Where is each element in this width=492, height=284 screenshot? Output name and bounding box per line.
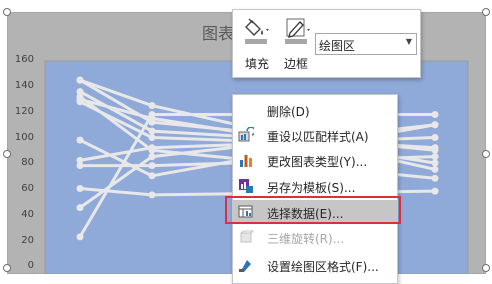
menu-item-3d-rotation[interactable]: 三维旋转(R)... <box>233 225 397 249</box>
format-area-icon <box>239 260 251 272</box>
data-point[interactable] <box>76 204 84 212</box>
data-point[interactable] <box>76 136 84 144</box>
data-point[interactable] <box>148 102 156 110</box>
menu-item-save-template[interactable]: 另存为模板(S)... <box>233 174 397 198</box>
menu-item-reset-style[interactable]: 重设以匹配样式(A) <box>233 123 397 147</box>
data-point[interactable] <box>76 233 84 241</box>
data-point[interactable] <box>148 144 156 152</box>
data-point[interactable] <box>148 172 156 180</box>
data-point[interactable] <box>431 111 439 118</box>
data-point[interactable] <box>76 76 84 84</box>
resize-handle[interactable] <box>482 150 490 158</box>
data-point[interactable] <box>76 185 84 192</box>
resize-handle[interactable] <box>482 264 490 272</box>
data-point[interactable] <box>148 134 156 141</box>
menu-item-format-plot-area[interactable]: 设置绘图区格式(F)... <box>233 253 397 277</box>
chart-element-select-value: 绘图区 <box>319 39 356 53</box>
border-button[interactable]: 边框 <box>279 15 313 73</box>
data-point[interactable] <box>431 159 439 167</box>
bar-chart-icon <box>240 155 252 167</box>
menu-item-label: 另存为模板(S)... <box>267 181 356 195</box>
fill-button[interactable]: 填充 <box>240 15 274 73</box>
data-point[interactable] <box>431 187 439 195</box>
chevron-down-icon: ▼ <box>405 37 412 46</box>
menu-item-label: 重设以匹配样式(A) <box>267 130 369 144</box>
data-point[interactable] <box>431 134 439 141</box>
data-point[interactable] <box>431 165 439 173</box>
data-point[interactable] <box>148 191 156 199</box>
data-point[interactable] <box>148 118 156 126</box>
data-point[interactable] <box>148 162 156 170</box>
menu-item-label: 删除(D) <box>267 105 310 119</box>
highlight-box <box>225 196 401 224</box>
data-point[interactable] <box>431 144 439 152</box>
menu-item-delete[interactable]: 删除(D) <box>233 98 397 122</box>
data-point[interactable] <box>148 153 156 161</box>
context-menu: 删除(D) 重设以匹配样式(A) 更改图表类型(Y)... 另存为模板(S)..… <box>232 94 398 284</box>
reset-style-icon <box>238 127 254 142</box>
data-point[interactable] <box>148 127 156 135</box>
data-point[interactable] <box>76 156 84 164</box>
menu-item-change-chart-type[interactable]: 更改图表类型(Y)... <box>233 148 397 172</box>
data-point[interactable] <box>431 174 439 182</box>
fill-label: 填充 <box>244 57 269 71</box>
chart-element-select[interactable]: 绘图区 ▼ <box>315 33 417 55</box>
menu-item-label: 三维旋转(R)... <box>267 232 345 246</box>
border-label: 边框 <box>283 57 308 71</box>
data-point[interactable] <box>148 111 156 118</box>
data-point[interactable] <box>431 121 439 129</box>
menu-item-label: 设置绘图区格式(F)... <box>267 260 379 274</box>
data-point[interactable] <box>431 153 439 161</box>
data-point[interactable] <box>76 98 84 106</box>
menu-item-label: 更改图表类型(Y)... <box>267 155 368 169</box>
resize-handle[interactable] <box>482 8 490 16</box>
save-template-icon <box>239 179 253 193</box>
pen-icon <box>285 18 310 44</box>
paint-bucket-icon <box>245 18 269 44</box>
resize-handle[interactable] <box>3 150 11 158</box>
resize-handle[interactable] <box>3 8 11 16</box>
resize-handle[interactable] <box>3 264 11 272</box>
rotate-3d-icon <box>240 230 254 243</box>
